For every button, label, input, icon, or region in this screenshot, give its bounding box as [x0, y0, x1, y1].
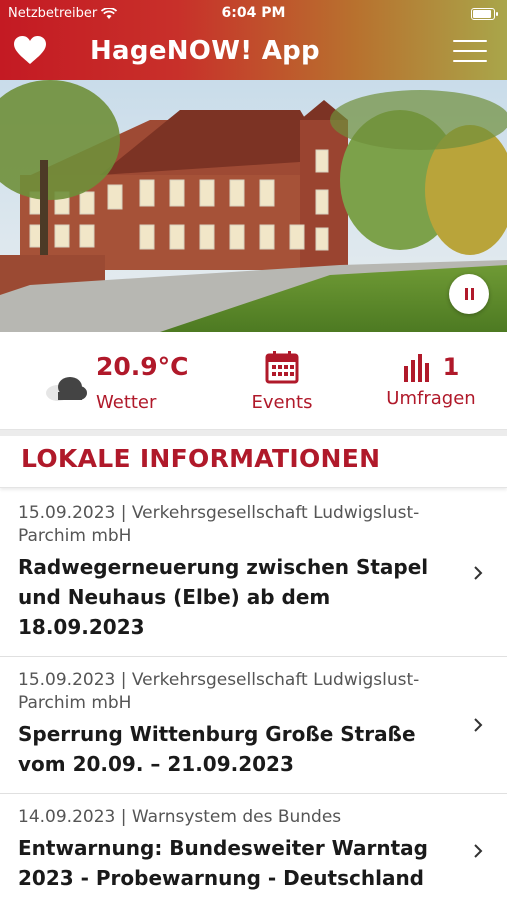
heart-icon: [14, 36, 46, 64]
polls-count: 1: [442, 353, 460, 381]
slideshow-pause-button[interactable]: [449, 274, 489, 314]
cloud-icon: [46, 377, 87, 401]
events-label: Events: [251, 392, 313, 413]
favorites-button[interactable]: [12, 34, 48, 66]
list-item[interactable]: 15.09.2023 | Verkehrsgesellschaft Ludwig…: [0, 657, 507, 794]
chevron-right-icon: [474, 843, 483, 858]
status-bar: Netzbetreiber 6:04 PM: [0, 0, 507, 28]
calendar-icon: [265, 351, 299, 384]
bar-chart-icon: [403, 354, 429, 382]
hamburger-menu-line: [453, 50, 487, 52]
news-meta: 15.09.2023 | Verkehrsgesellschaft Ludwig…: [18, 670, 420, 713]
chevron-right-icon: [474, 566, 483, 580]
section-title: LOKALE INFORMATIONEN: [21, 444, 381, 473]
pause-icon: [464, 288, 468, 300]
section-header: LOKALE INFORMATIONEN: [0, 436, 507, 488]
polls-button[interactable]: 1 Umfragen: [376, 350, 486, 409]
news-meta: 15.09.2023 | Verkehrsgesellschaft Ludwig…: [18, 503, 420, 546]
news-list: 15.09.2023 | Verkehrsgesellschaft Ludwig…: [0, 490, 507, 900]
list-item[interactable]: 14.09.2023 | Warnsystem des Bundes Entwa…: [0, 794, 507, 900]
menu-button[interactable]: [453, 40, 487, 64]
quick-access-bar: 20.9°C Wetter Events 1 Umfragen: [0, 332, 507, 430]
news-meta: 14.09.2023 | Warnsystem des Bundes: [18, 807, 342, 827]
temperature-value: 20.9°C: [96, 352, 189, 381]
polls-row: 1: [376, 350, 486, 384]
news-title: Radwegerneuerung zwischen Stapel und Neu…: [18, 555, 429, 639]
hero-image: [0, 80, 507, 332]
hero-photo-building: [0, 80, 507, 332]
chevron-right-icon: [474, 718, 483, 732]
weather-label: Wetter: [96, 392, 157, 413]
pause-icon-bar: [470, 288, 474, 300]
news-title: Entwarnung: Bundesweiter Warntag 2023 - …: [18, 836, 428, 890]
news-title: Sperrung Wittenburg Große Straße vom 20.…: [18, 722, 416, 776]
app-header: Netzbetreiber 6:04 PM HageNOW! App: [0, 0, 507, 80]
polls-label: Umfragen: [386, 388, 476, 409]
status-time: 6:04 PM: [221, 5, 286, 21]
hamburger-menu-icon: [453, 40, 487, 42]
app-title: HageNOW! App: [90, 36, 320, 66]
battery-icon: [471, 8, 498, 20]
events-button[interactable]: Events: [246, 350, 318, 413]
hamburger-menu-line: [453, 60, 487, 62]
list-item[interactable]: 15.09.2023 | Verkehrsgesellschaft Ludwig…: [0, 490, 507, 657]
